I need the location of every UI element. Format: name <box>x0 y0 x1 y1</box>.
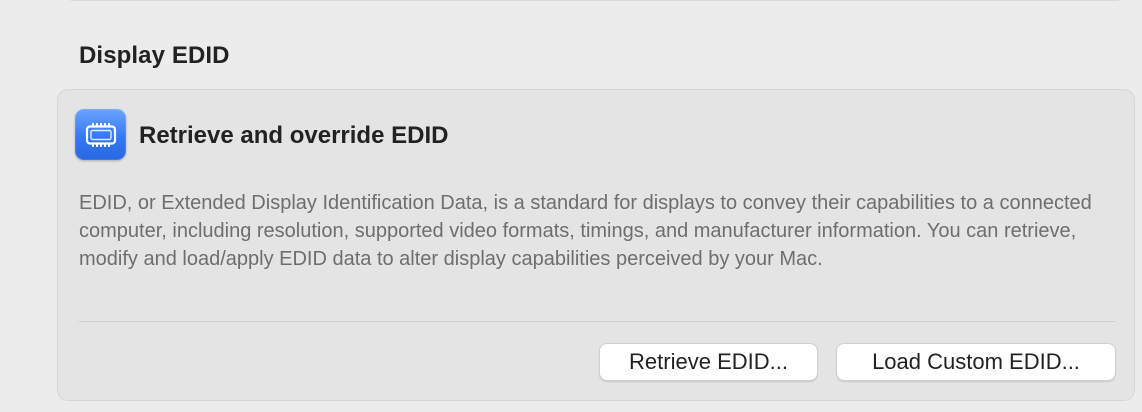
retrieve-edid-button[interactable]: Retrieve EDID... <box>599 343 818 381</box>
section-title: Display EDID <box>79 42 230 69</box>
card-title: Retrieve and override EDID <box>139 122 449 149</box>
load-custom-edid-button[interactable]: Load Custom EDID... <box>836 343 1116 381</box>
edid-description: EDID, or Extended Display Identification… <box>79 192 1092 270</box>
previous-card-edge <box>64 0 1126 1</box>
display-chip-icon <box>75 109 126 160</box>
divider <box>79 321 1115 322</box>
edid-card: Retrieve and override EDID EDID, or Exte… <box>57 89 1135 401</box>
